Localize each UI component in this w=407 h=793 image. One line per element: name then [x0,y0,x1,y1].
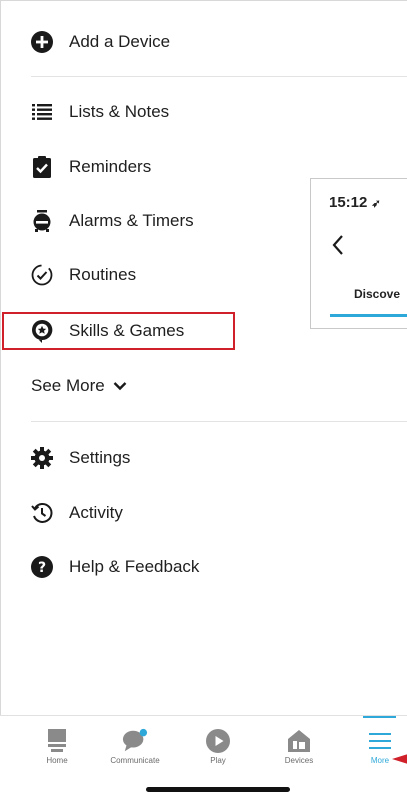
divider [31,421,407,422]
nav-label: Devices [284,756,314,765]
see-more-toggle[interactable]: See More [31,372,127,400]
frame-top-border [0,0,407,1]
menu-item-label: Lists & Notes [69,102,170,121]
nav-label: Home [46,756,68,765]
home-indicator [146,787,290,792]
home-device-icon [44,728,70,754]
tab-underline [330,314,407,317]
bottom-nav: Home Communicate Play Devices More [0,715,407,767]
clipboard-check-icon [30,155,54,179]
menu-item-lists-notes[interactable]: Lists & Notes [0,87,407,137]
play-circle-icon [205,728,231,754]
red-pointer-arrow-icon [392,754,407,764]
menu-item-label: Alarms & Timers [69,211,194,230]
nav-label: Play [210,756,226,765]
chat-bubble-icon [122,728,148,754]
list-icon [30,100,54,124]
inset-screenshot-preview: 15:12 ➶ Discove [310,178,407,329]
highlight-annotation-box [2,312,235,350]
menu-item-label: Add a Device [69,32,171,51]
nav-label: More [370,756,390,765]
history-clock-icon [30,501,54,525]
nav-play[interactable]: Play [183,716,253,768]
menu-item-settings[interactable]: Settings [0,433,407,483]
menu-item-label: Settings [69,448,131,467]
hamburger-menu-icon [367,728,393,754]
chevron-down-icon [113,379,127,393]
back-chevron-icon [331,234,345,256]
house-devices-icon [286,728,312,754]
help-question-icon: ? [30,555,54,579]
menu-item-label: Routines [69,265,137,284]
alarm-clock-icon [30,209,54,233]
see-more-label: See More [31,376,105,395]
routines-icon [30,263,54,287]
tab-discover: Discove [354,287,401,301]
menu-item-add-device[interactable]: Add a Device [0,17,407,67]
status-time: 15:12 ➶ [329,194,381,211]
gear-icon [30,446,54,470]
nav-devices[interactable]: Devices [264,716,334,768]
nav-communicate[interactable]: Communicate [100,716,170,768]
nav-home[interactable]: Home [22,716,92,768]
menu-item-label: Activity [69,503,123,522]
nav-label: Communicate [110,756,160,765]
svg-text:?: ? [38,560,46,576]
menu-item-label: Help & Feedback [69,557,200,576]
divider [31,76,407,77]
menu-item-help-feedback[interactable]: ? Help & Feedback [0,542,407,592]
menu-item-activity[interactable]: Activity [0,488,407,538]
location-arrow-icon: ➶ [371,198,381,210]
plus-circle-icon [30,30,54,54]
menu-item-label: Reminders [69,157,152,176]
